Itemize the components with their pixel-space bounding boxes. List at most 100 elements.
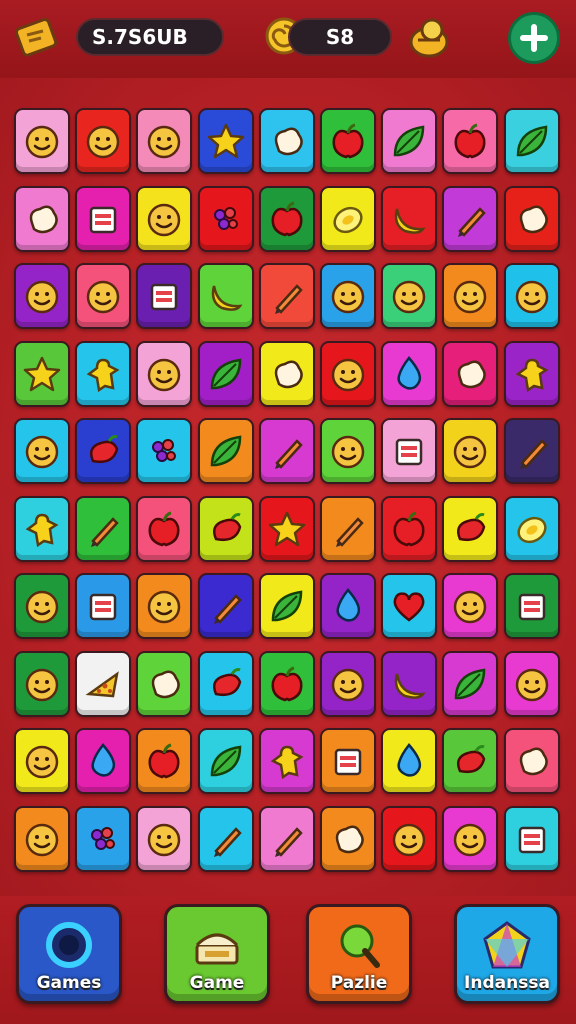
tile-r1-c5[interactable] — [258, 108, 315, 174]
tile-r2-c3[interactable] — [136, 185, 193, 252]
tile-r6-c1[interactable] — [14, 495, 70, 562]
tile-r9-c7[interactable] — [381, 728, 438, 794]
tile-r1-c4[interactable] — [197, 108, 254, 174]
tile-r8-c2[interactable] — [75, 650, 132, 717]
tile-r8-c5[interactable] — [258, 650, 315, 717]
tile-r10-c6[interactable] — [319, 805, 376, 872]
tile-r10-c8[interactable] — [442, 805, 499, 872]
tile-r4-c3[interactable] — [136, 340, 193, 407]
tile-r1-c2[interactable] — [75, 108, 132, 174]
tile-r4-c8[interactable] — [442, 340, 499, 407]
tile-r4-c9[interactable] — [503, 340, 560, 407]
tile-r9-c9[interactable] — [503, 728, 560, 794]
nav-button-pazlie[interactable]: Pazlie — [306, 904, 412, 1004]
tile-r10-c9[interactable] — [503, 805, 560, 872]
tile-r2-c5[interactable] — [258, 185, 315, 252]
tile-r3-c9[interactable] — [503, 263, 560, 329]
tile-r1-c6[interactable] — [319, 108, 376, 174]
tile-r1-c1[interactable] — [14, 108, 70, 174]
tile-r9-c3[interactable] — [136, 728, 193, 794]
tile-r8-c8[interactable] — [442, 650, 499, 717]
tile-r3-c3[interactable] — [136, 263, 193, 329]
tile-r1-c9[interactable] — [503, 108, 560, 174]
tile-r4-c1[interactable] — [14, 340, 70, 407]
face-icon — [331, 358, 365, 391]
tile-r5-c1[interactable] — [14, 418, 70, 484]
tile-r8-c6[interactable] — [319, 650, 376, 717]
tile-r9-c1[interactable] — [14, 728, 70, 794]
tile-r2-c8[interactable] — [442, 185, 499, 252]
tile-r6-c4[interactable] — [197, 495, 254, 562]
tile-r1-c7[interactable] — [381, 108, 438, 174]
tile-r10-c4[interactable] — [197, 805, 254, 872]
tile-r3-c4[interactable] — [197, 263, 254, 329]
tile-r2-c4[interactable] — [197, 185, 254, 252]
tile-r3-c1[interactable] — [14, 263, 70, 329]
tile-r2-c9[interactable] — [503, 185, 560, 252]
tile-r4-c4[interactable] — [197, 340, 254, 407]
tile-r3-c5[interactable] — [258, 263, 315, 329]
blob-icon — [29, 205, 58, 233]
tile-r8-c7[interactable] — [381, 650, 438, 717]
tile-r10-c7[interactable] — [381, 805, 438, 872]
tile-r5-c6[interactable] — [319, 418, 376, 484]
tile-r5-c8[interactable] — [442, 418, 499, 484]
tile-r8-c1[interactable] — [14, 650, 70, 717]
tile-r7-c8[interactable] — [442, 573, 499, 639]
tile-r6-c3[interactable] — [136, 495, 193, 562]
tile-r5-c2[interactable] — [75, 418, 132, 484]
tile-r7-c1[interactable] — [14, 573, 70, 639]
tile-r4-c5[interactable] — [258, 340, 315, 407]
tile-r5-c7[interactable] — [381, 418, 438, 484]
tile-r5-c9[interactable] — [503, 418, 560, 484]
plus-icon[interactable] — [508, 12, 560, 64]
nav-button-games[interactable]: Games — [16, 904, 122, 1004]
tile-r6-c9[interactable] — [503, 495, 560, 562]
tile-r10-c3[interactable] — [136, 805, 193, 872]
tile-r5-c4[interactable] — [197, 418, 254, 484]
tile-r7-c4[interactable] — [197, 573, 254, 639]
tile-r8-c3[interactable] — [136, 650, 193, 717]
tile-r9-c6[interactable] — [319, 728, 376, 794]
tile-r8-c9[interactable] — [503, 650, 560, 717]
nav-button-game[interactable]: Game — [164, 904, 270, 1004]
tile-r7-c5[interactable] — [258, 573, 315, 639]
tile-r3-c7[interactable] — [381, 263, 438, 329]
gold-coins-icon[interactable] — [404, 12, 454, 62]
tile-r9-c5[interactable] — [258, 728, 315, 794]
tile-r1-c3[interactable] — [136, 108, 193, 174]
apple-icon — [454, 123, 486, 159]
tile-r7-c3[interactable] — [136, 573, 193, 639]
tile-r6-c5[interactable] — [258, 495, 315, 562]
tile-r6-c2[interactable] — [75, 495, 132, 562]
tile-r9-c2[interactable] — [75, 728, 132, 794]
tile-r10-c5[interactable] — [258, 805, 315, 872]
tile-r6-c7[interactable] — [381, 495, 438, 562]
tile-r7-c2[interactable] — [75, 573, 132, 639]
tile-r3-c6[interactable] — [319, 263, 376, 329]
tile-r7-c7[interactable] — [381, 573, 438, 639]
tile-r8-c4[interactable] — [197, 650, 254, 717]
tile-r2-c2[interactable] — [75, 185, 132, 252]
tile-r7-c9[interactable] — [503, 573, 560, 639]
tile-r4-c2[interactable] — [75, 340, 132, 407]
tile-r9-c8[interactable] — [442, 728, 499, 794]
tile-r10-c2[interactable] — [75, 805, 132, 872]
tile-r9-c4[interactable] — [197, 728, 254, 794]
tile-r2-c1[interactable] — [14, 185, 70, 252]
tile-r5-c5[interactable] — [258, 418, 315, 484]
tile-r3-c8[interactable] — [442, 263, 499, 329]
tile-r10-c1[interactable] — [14, 805, 70, 872]
tile-r1-c8[interactable] — [442, 108, 499, 174]
tile-r6-c6[interactable] — [319, 495, 376, 562]
tile-r6-c8[interactable] — [442, 495, 499, 562]
tile-r2-c7[interactable] — [381, 185, 438, 252]
map-icon[interactable] — [12, 12, 62, 62]
tile-r2-c6[interactable] — [319, 185, 376, 252]
tile-r7-c6[interactable] — [319, 573, 376, 639]
tile-r4-c7[interactable] — [381, 340, 438, 407]
tile-r5-c3[interactable] — [136, 418, 193, 484]
tile-r3-c2[interactable] — [75, 263, 132, 329]
nav-button-indanssa[interactable]: Indanssa — [454, 904, 560, 1004]
tile-r4-c6[interactable] — [319, 340, 376, 407]
